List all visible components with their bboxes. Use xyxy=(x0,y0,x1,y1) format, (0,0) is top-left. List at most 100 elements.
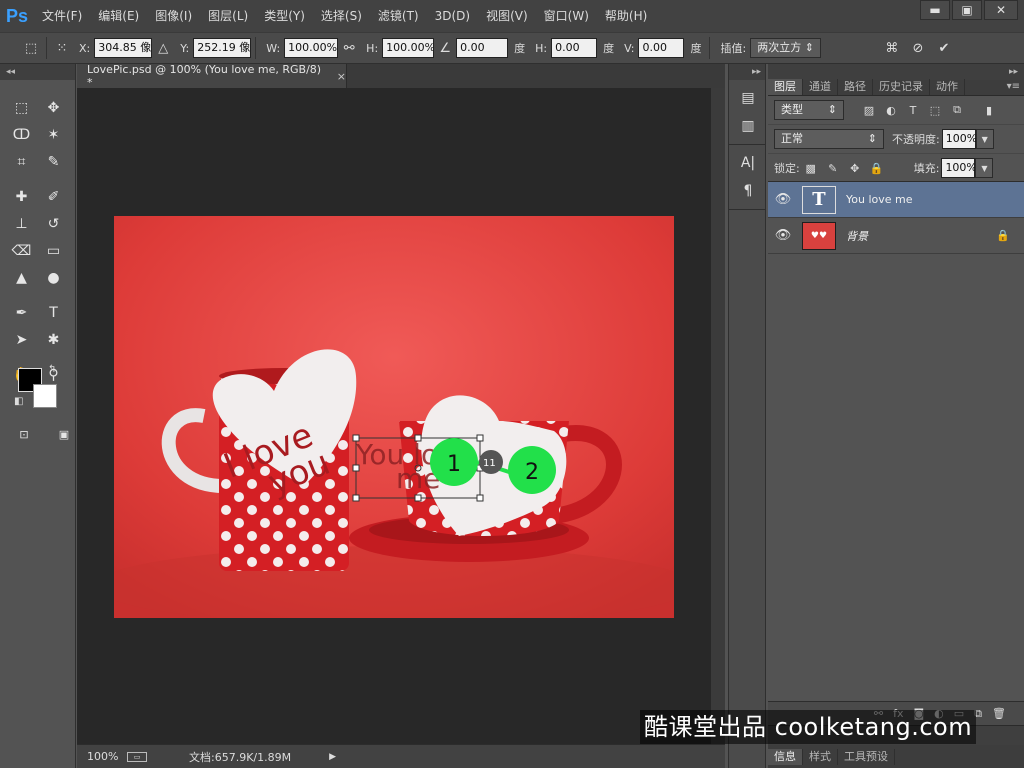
lock-position-icon[interactable]: ✥ xyxy=(844,158,866,178)
vskew-field[interactable]: 0.00 xyxy=(638,38,685,58)
delta-icon[interactable]: △ xyxy=(152,37,174,59)
y-field[interactable]: 252.19 像 xyxy=(193,38,252,58)
quick-mask-icon[interactable]: ⊡ xyxy=(12,422,36,446)
path-select-icon[interactable]: ➤ xyxy=(10,328,34,352)
lock-transparency-icon[interactable]: ▩ xyxy=(800,158,822,178)
gradient-tool-icon[interactable]: ▭ xyxy=(42,239,66,263)
minimize-button[interactable]: ▬ xyxy=(920,0,950,20)
interpolation-dropdown[interactable]: 两次立方 ⇕ xyxy=(750,38,821,58)
tab-paths[interactable]: 路径 xyxy=(838,79,873,95)
status-menu-arrow-icon[interactable]: ▶ xyxy=(329,752,336,762)
menu-3d[interactable]: 3D(D) xyxy=(427,0,478,32)
delete-layer-icon[interactable]: 🗑 xyxy=(992,707,1006,720)
filter-kind-dropdown[interactable]: 类型 ⇕ xyxy=(774,100,844,120)
opacity-slider-arrow-icon[interactable]: ▼ xyxy=(975,129,994,149)
opacity-field[interactable]: 100% xyxy=(941,129,977,149)
dock-collapse-icon[interactable]: ▸▸ xyxy=(729,64,765,80)
commit-transform-icon[interactable]: ✔ xyxy=(933,37,955,59)
marquee-tool-icon[interactable]: ⬚ xyxy=(10,96,34,120)
layer-row-text[interactable]: 👁 T You love me xyxy=(768,182,1024,218)
menu-window[interactable]: 窗口(W) xyxy=(536,0,597,32)
filter-smart-object-icon[interactable]: ⧉ xyxy=(946,100,968,120)
lock-all-icon[interactable]: 🔒 xyxy=(866,158,888,178)
type-tool-icon[interactable]: T xyxy=(42,301,66,325)
panel-collapse-icon[interactable]: ▸▸ xyxy=(768,64,1024,80)
magic-wand-icon[interactable]: ✶ xyxy=(42,123,66,147)
panel-menu-icon[interactable]: ▾≡ xyxy=(1007,79,1024,95)
brush-tool-icon[interactable]: ✐ xyxy=(42,185,66,209)
menu-file[interactable]: 文件(F) xyxy=(34,0,90,32)
filter-pixel-icon[interactable]: ▨ xyxy=(858,100,880,120)
visibility-eye-icon[interactable]: 👁 xyxy=(768,192,798,207)
menu-layer[interactable]: 图层(L) xyxy=(200,0,256,32)
collapse-arrows-icon[interactable]: ◂◂ xyxy=(0,64,75,80)
reference-point-icon[interactable]: ⁙ xyxy=(51,37,73,59)
link-icon[interactable]: ⚯ xyxy=(338,37,360,59)
transform-tool-icon[interactable]: ⬚ xyxy=(20,37,42,59)
menu-view[interactable]: 视图(V) xyxy=(478,0,536,32)
close-tab-icon[interactable]: × xyxy=(337,70,346,83)
zoom-level[interactable]: 100% xyxy=(87,750,121,763)
crop-tool-icon[interactable]: ⌗ xyxy=(10,150,34,174)
default-colors-icon[interactable]: ◧ xyxy=(14,396,23,407)
opacity-label: 不透明度: xyxy=(892,133,940,146)
filter-toggle-icon[interactable]: ▮ xyxy=(978,100,1000,120)
vertical-scrollbar[interactable] xyxy=(711,88,725,744)
fill-field[interactable]: 100% xyxy=(941,158,977,178)
swap-colors-icon[interactable]: ↰ xyxy=(48,364,56,375)
width-field[interactable]: 100.00% xyxy=(284,38,339,58)
menu-image[interactable]: 图像(I) xyxy=(147,0,200,32)
tab-actions[interactable]: 动作 xyxy=(930,79,965,95)
eraser-tool-icon[interactable]: ⌫ xyxy=(10,239,34,263)
screen-mode-icon[interactable]: ▣ xyxy=(52,422,76,446)
visibility-eye-icon[interactable]: 👁 xyxy=(768,228,798,243)
lock-pixels-icon[interactable]: ✎ xyxy=(822,158,844,178)
tab-layers[interactable]: 图层 xyxy=(768,79,803,95)
filter-type-icon[interactable]: T xyxy=(902,100,924,120)
fill-slider-arrow-icon[interactable]: ▼ xyxy=(975,158,994,178)
warp-mode-icon[interactable]: ⌘ xyxy=(881,37,903,59)
paragraph-panel-icon[interactable]: ¶ xyxy=(729,177,767,205)
lasso-tool-icon[interactable]: ↀ xyxy=(10,123,34,147)
menu-select[interactable]: 选择(S) xyxy=(313,0,370,32)
menu-filter[interactable]: 滤镜(T) xyxy=(370,0,427,32)
tab-channels[interactable]: 通道 xyxy=(803,79,838,95)
clone-stamp-icon[interactable]: ⊥ xyxy=(10,212,34,236)
character-panel-icon[interactable]: A| xyxy=(729,149,767,177)
shape-tool-icon[interactable]: ✱ xyxy=(42,328,66,352)
properties-panel-icon[interactable]: ▥ xyxy=(729,112,767,140)
tab-history[interactable]: 历史记录 xyxy=(873,79,930,95)
menu-type[interactable]: 类型(Y) xyxy=(256,0,313,32)
cancel-transform-icon[interactable]: ⊘ xyxy=(907,37,929,59)
tab-styles[interactable]: 样式 xyxy=(803,748,838,765)
eyedropper-icon[interactable]: ✎ xyxy=(42,150,66,174)
hskew-field[interactable]: 0.00 xyxy=(551,38,598,58)
dropdown-arrow-icon: ⇕ xyxy=(804,41,814,54)
move-tool-icon[interactable]: ✥ xyxy=(42,96,66,120)
filter-shape-icon[interactable]: ⬚ xyxy=(924,100,946,120)
layer-row-background[interactable]: 👁 ♥♥ 背景 🔒 xyxy=(768,218,1024,254)
close-button[interactable]: ✕ xyxy=(984,0,1018,20)
menu-edit[interactable]: 编辑(E) xyxy=(90,0,147,32)
pen-tool-icon[interactable]: ✒ xyxy=(10,301,34,325)
history-panel-icon[interactable]: ▤ xyxy=(729,84,767,112)
history-brush-icon[interactable]: ↺ xyxy=(42,212,66,236)
tools-panel: ◂◂ ⬚✥ ↀ✶ ⌗✎ ✚✐ ⊥↺ ⌫▭ ▲● ✒T ➤✱ ✋⚲ ↰ ◧ ⊡ ▣ xyxy=(0,64,76,768)
canvas[interactable]: I love you You love me 1 2 11 xyxy=(114,216,674,618)
blur-tool-icon[interactable]: ▲ xyxy=(10,266,34,290)
tab-tool-presets[interactable]: 工具预设 xyxy=(838,748,895,765)
angle-field[interactable]: 0.00 xyxy=(456,38,509,58)
height-field[interactable]: 100.00% xyxy=(382,38,435,58)
interpolation-value: 两次立方 xyxy=(757,41,802,54)
dodge-tool-icon[interactable]: ● xyxy=(42,266,66,290)
status-info-icon[interactable]: ▭ xyxy=(127,751,147,762)
menu-help[interactable]: 帮助(H) xyxy=(597,0,655,32)
blend-mode-dropdown[interactable]: 正常 ⇕ xyxy=(774,129,884,149)
tab-info[interactable]: 信息 xyxy=(768,748,803,765)
maximize-button[interactable]: ▣ xyxy=(952,0,982,20)
x-field[interactable]: 304.85 像 xyxy=(94,38,153,58)
filter-adjustment-icon[interactable]: ◐ xyxy=(880,100,902,120)
document-tab[interactable]: LovePic.psd @ 100% (You love me, RGB/8) … xyxy=(77,63,347,89)
background-color-swatch[interactable] xyxy=(33,384,57,408)
healing-brush-icon[interactable]: ✚ xyxy=(10,185,34,209)
